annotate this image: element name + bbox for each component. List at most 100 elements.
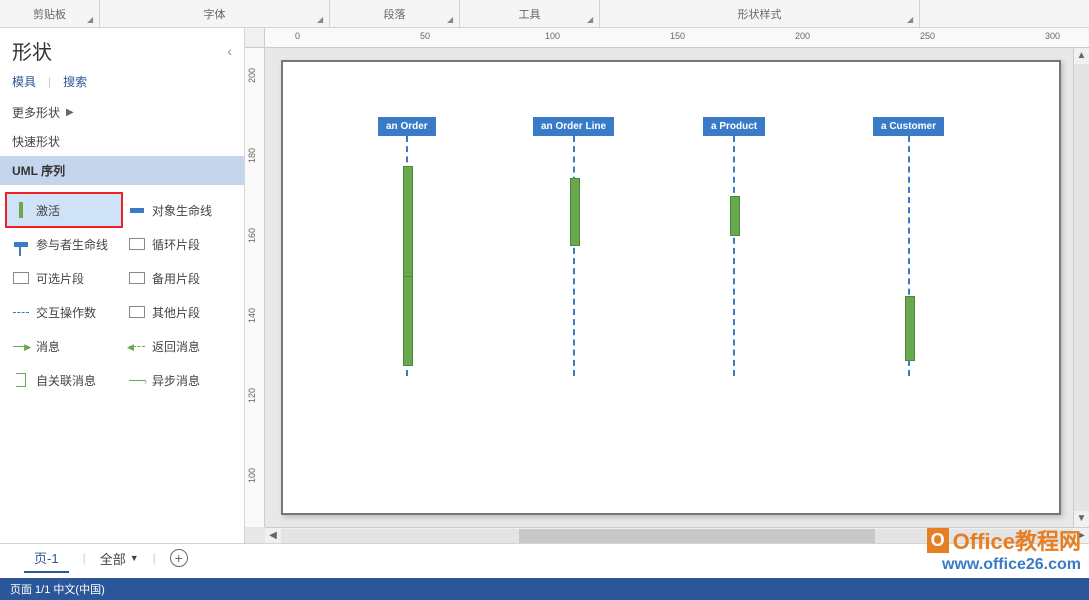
ribbon-group: 剪贴板◢	[0, 0, 100, 27]
ruler-vertical: 200180160140120100	[245, 48, 265, 527]
page-tab-1[interactable]: 页-1	[24, 544, 69, 573]
chevron-right-icon: ▶	[66, 107, 74, 118]
chevron-down-icon: ▼	[130, 553, 139, 563]
canvas-scrollable[interactable]: an Order an Order Line a Product a Customer	[265, 48, 1073, 527]
lifeline-head[interactable]: an Order Line	[533, 117, 614, 136]
ruler-corner	[245, 28, 265, 48]
ruler-tick: 160	[247, 228, 257, 243]
watermark-title-text: Office教程网	[953, 524, 1081, 556]
separator: |	[83, 551, 86, 565]
drawing-page[interactable]: an Order an Order Line a Product a Customer	[281, 60, 1061, 515]
scroll-up-icon[interactable]: ▲	[1074, 48, 1089, 64]
self-msg-icon	[12, 371, 30, 389]
return-icon: ◀	[128, 337, 146, 355]
ruler-tick: 200	[247, 68, 257, 83]
panel-tabs: 模具 | 搜索	[0, 69, 244, 98]
canvas-area: 050100150200250300 200180160140120100 an…	[245, 28, 1089, 543]
activation-icon	[12, 201, 30, 219]
shape-label: 循环片段	[152, 236, 200, 253]
shape-item[interactable]: 交互操作数	[6, 295, 122, 329]
shape-label: 消息	[36, 338, 60, 355]
ruler-tick: 150	[670, 31, 685, 41]
ribbon-group-label: 形状样式	[738, 6, 782, 22]
shapes-list: 激活 对象生命线参与者生命线 循环片段可选片段 备用片段交互操作数 其他片段▶消息 ◀ 返回…	[0, 185, 244, 405]
ruler-tick: 0	[295, 31, 300, 41]
shape-item[interactable]: 自关联消息	[6, 363, 122, 397]
scrollbar-vertical[interactable]: ▲ ▼	[1073, 48, 1089, 527]
dialog-launcher-icon[interactable]: ◢	[317, 15, 327, 25]
ruler-tick: 50	[420, 31, 430, 41]
activation-bar[interactable]	[730, 196, 740, 236]
shapes-panel: 形状 ‹ 模具 | 搜索 更多形状 ▶ 快速形状 UML 序列 激活对象生命线参…	[0, 28, 245, 543]
shape-item[interactable]: 其他片段	[122, 295, 238, 329]
lifeline[interactable]: an Order	[378, 117, 436, 376]
lifeline[interactable]: an Order Line	[533, 117, 614, 376]
shape-item[interactable]: 激活	[6, 193, 122, 227]
shape-label: 交互操作数	[36, 304, 96, 321]
more-shapes-label: 更多形状	[12, 104, 60, 121]
shape-label: 备用片段	[152, 270, 200, 287]
fragment-icon	[12, 269, 30, 287]
activation-bar[interactable]	[905, 296, 915, 361]
lifeline-head[interactable]: a Product	[703, 117, 765, 136]
ribbon-group: 段落 ◢	[330, 0, 460, 27]
dialog-launcher-icon[interactable]: ◢	[907, 15, 917, 25]
shape-label: 异步消息	[152, 372, 200, 389]
lifeline-line	[406, 136, 408, 376]
separator: |	[48, 75, 51, 89]
new-page-button[interactable]: +	[170, 549, 188, 567]
shape-label: 可选片段	[36, 270, 84, 287]
scrollbar-h-thumb[interactable]	[519, 529, 875, 543]
stencil-header[interactable]: UML 序列	[0, 156, 244, 185]
lifeline[interactable]: a Product	[703, 117, 765, 376]
ribbon-groups: 剪贴板◢字体◢ 段落 ◢ 工具 ◢ 形状样式 ◢	[0, 0, 1089, 28]
dialog-launcher-icon[interactable]: ◢	[447, 15, 457, 25]
all-pages-button[interactable]: 全部 ▼	[100, 549, 139, 568]
lifeline-head[interactable]: a Customer	[873, 117, 944, 136]
shape-label: 对象生命线	[152, 202, 212, 219]
shape-item[interactable]: 备用片段	[122, 261, 238, 295]
ribbon-group: 形状样式 ◢	[600, 0, 920, 27]
scrollbar-v-track[interactable]	[1074, 64, 1089, 511]
quick-shapes-button[interactable]: 快速形状	[0, 127, 244, 156]
dialog-launcher-icon[interactable]: ◢	[587, 15, 597, 25]
ruler-tick: 300	[1045, 31, 1060, 41]
shape-label: 参与者生命线	[36, 236, 108, 253]
separator: |	[153, 551, 156, 565]
shape-label: 返回消息	[152, 338, 200, 355]
fragment-icon	[128, 269, 146, 287]
lifeline[interactable]: a Customer	[873, 117, 944, 376]
ribbon-group: 工具 ◢	[460, 0, 600, 27]
ruler-tick: 200	[795, 31, 810, 41]
status-bar: 页面 1/1 中文(中国)	[0, 578, 1089, 600]
panel-collapse-button[interactable]: ‹	[227, 43, 232, 59]
ribbon-group-label: 段落	[384, 6, 406, 22]
dialog-launcher-icon[interactable]: ◢	[87, 15, 97, 25]
activation-bar[interactable]	[570, 178, 580, 246]
tab-stencil[interactable]: 模具	[12, 73, 36, 90]
ribbon-group: 字体◢	[100, 0, 330, 27]
more-shapes-button[interactable]: 更多形状 ▶	[0, 98, 244, 127]
shape-item[interactable]: ▶消息	[6, 329, 122, 363]
all-pages-label: 全部	[100, 549, 126, 568]
main-area: 形状 ‹ 模具 | 搜索 更多形状 ▶ 快速形状 UML 序列 激活对象生命线参…	[0, 28, 1089, 543]
fragment-icon	[128, 235, 146, 253]
shape-item[interactable]: ›异步消息	[122, 363, 238, 397]
shape-item[interactable]: 循环片段	[122, 227, 238, 261]
shape-item[interactable]: ◀ 返回消息	[122, 329, 238, 363]
ruler-tick: 100	[247, 468, 257, 483]
ribbon-group-label: 工具	[519, 6, 541, 22]
ruler-tick: 100	[545, 31, 560, 41]
shape-label: 自关联消息	[36, 372, 96, 389]
shape-item[interactable]: 对象生命线	[122, 193, 238, 227]
lifeline-head[interactable]: an Order	[378, 117, 436, 136]
shape-item[interactable]: 可选片段	[6, 261, 122, 295]
scroll-left-icon[interactable]: ◀	[265, 530, 281, 541]
shape-item[interactable]: 参与者生命线	[6, 227, 122, 261]
tab-search[interactable]: 搜索	[63, 73, 87, 90]
interaction-icon	[12, 303, 30, 321]
fragment-icon	[128, 303, 146, 321]
office-icon: O	[927, 528, 949, 553]
activation-bar[interactable]	[403, 276, 413, 366]
watermark-title: O Office教程网	[927, 524, 1081, 556]
